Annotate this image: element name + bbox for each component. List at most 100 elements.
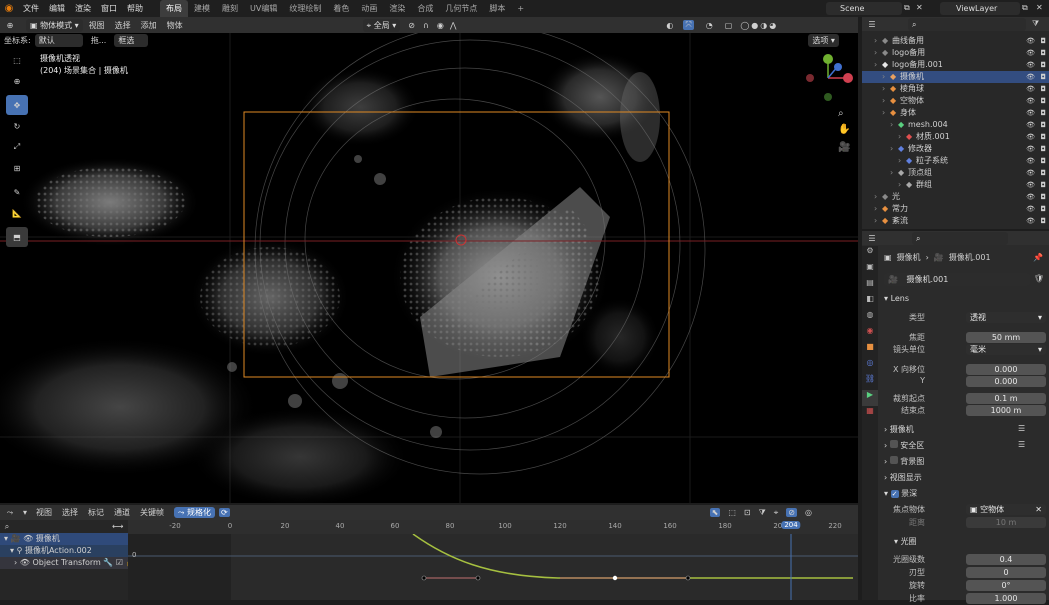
close-icon[interactable]: ✕ [916, 3, 923, 12]
render-camera-icon[interactable]: ◘ [1040, 95, 1046, 107]
expand-icon[interactable]: › [874, 191, 877, 203]
outliner-row[interactable]: › ◆ 曲线备用 👁 ◘ [862, 35, 1049, 47]
outliner-row[interactable]: › ◆ 修改器 👁 ◘ [862, 143, 1049, 155]
rotation-field[interactable]: 0° [966, 580, 1046, 591]
zoom-icon[interactable]: ⌕ [838, 108, 844, 119]
shift-x-field[interactable]: 0.000 [966, 364, 1046, 375]
render-camera-icon[interactable]: ◘ [1040, 83, 1046, 95]
xray-icon[interactable]: ▢ [725, 21, 733, 30]
constraints-tab-icon[interactable]: ⛓ [862, 374, 878, 390]
render-camera-icon[interactable]: ◘ [1040, 203, 1046, 215]
expand-icon[interactable]: › [874, 47, 877, 59]
list-icon[interactable]: ☰ [1018, 424, 1025, 433]
tab-uv-editing[interactable]: UV编辑 [244, 0, 283, 17]
expand-icon[interactable]: › [874, 203, 877, 215]
add-workspace-button[interactable]: + [511, 0, 530, 17]
snap-icon[interactable]: ⊘ [786, 508, 797, 517]
channel-camera[interactable]: ▾ 🎥 👁 摄像机 [0, 533, 128, 545]
eye-icon[interactable]: 👁 [1026, 47, 1035, 59]
lens-panel-header[interactable]: ▾ Lens [884, 294, 909, 303]
outliner-row[interactable]: › ◆ logo备用 👁 ◘ [862, 47, 1049, 59]
tool-tab-icon[interactable]: ⚙ [862, 246, 878, 262]
fake-user-icon[interactable]: 🛡 [1034, 274, 1044, 283]
camera-data-tab-icon[interactable]: ▶ [862, 390, 878, 406]
render-camera-icon[interactable]: ◘ [1040, 59, 1046, 71]
annotate-tool-icon[interactable]: ✎ [6, 182, 28, 202]
outliner-row[interactable]: › ◆ 粒子系统 👁 ◘ [862, 155, 1049, 167]
options-button[interactable]: 选项 ▾ [808, 34, 839, 47]
tab-shading[interactable]: 着色 [327, 0, 355, 17]
outliner-row[interactable]: › ◆ 紊流 👁 ◘ [862, 215, 1049, 227]
ratio-field[interactable]: 1.000 [966, 593, 1046, 604]
normalize-toggle[interactable]: ⤳ 规格化 [174, 507, 215, 518]
menu-object[interactable]: 物体 [167, 20, 183, 31]
distance-field[interactable]: 10 m [966, 517, 1046, 528]
eye-icon[interactable]: 👁 [1026, 71, 1035, 83]
viewport-display-panel-header[interactable]: › 视图显示 [884, 472, 922, 483]
orientation-selector[interactable]: 默认 [34, 34, 83, 47]
expand-icon[interactable]: › [874, 35, 877, 47]
copy-icon[interactable]: ⧉ [904, 3, 910, 13]
eye-icon[interactable]: 👁 [1026, 143, 1035, 155]
outliner-row[interactable]: › ◆ 摄像机 👁 ◘ [862, 71, 1049, 83]
viewlayer-selector[interactable]: ViewLayer [940, 2, 1020, 15]
scale-tool-icon[interactable]: ⤢ [6, 137, 28, 157]
properties-search[interactable]: ⌕ [912, 231, 1008, 245]
mode-selector[interactable]: ▣ 物体模式 ▾ [26, 18, 83, 32]
eye-icon[interactable]: 👁 [1026, 95, 1035, 107]
tab-animation[interactable]: 动画 [355, 0, 383, 17]
filter-icon[interactable]: ⧩ [1032, 19, 1039, 29]
eye-icon[interactable]: 👁 [1026, 155, 1035, 167]
select-icon[interactable]: ⬉ [709, 508, 721, 517]
render-camera-icon[interactable]: ◘ [1040, 179, 1046, 191]
expand-icon[interactable]: › [898, 131, 901, 143]
expand-icon[interactable]: › [890, 143, 893, 155]
safe-areas-panel-header[interactable]: › 安全区 [884, 440, 924, 451]
snap-icon[interactable]: ⊘ [408, 21, 415, 30]
menu-help[interactable]: 帮助 [122, 3, 148, 14]
magnet-icon[interactable]: ∩ [423, 21, 429, 30]
outliner-row[interactable]: › ◆ 光 👁 ◘ [862, 191, 1049, 203]
menu-key[interactable]: 关键帧 [140, 507, 164, 518]
select-mode-selector[interactable]: 框选 [114, 34, 149, 47]
eye-icon[interactable]: 👁 [1026, 107, 1035, 119]
swap-icon[interactable]: ⟷ [112, 522, 123, 531]
expand-icon[interactable]: › [890, 119, 893, 131]
copy-icon[interactable]: ⧉ [1022, 3, 1028, 13]
outliner-row[interactable]: › ◆ logo备用.001 👁 ◘ [862, 59, 1049, 71]
render-camera-icon[interactable]: ◘ [1040, 143, 1046, 155]
outliner-row[interactable]: › ◆ 空物体 👁 ◘ [862, 95, 1049, 107]
overlay-icon[interactable]: ◔ [706, 21, 713, 30]
outliner-search[interactable]: ⌕ [908, 17, 1026, 31]
dof-panel-header[interactable]: ▾ ✓ 景深 [884, 488, 917, 499]
texture-tab-icon[interactable]: ▦ [862, 406, 878, 422]
menu-marker[interactable]: 标记 [88, 507, 104, 518]
output-tab-icon[interactable]: ▤ [862, 278, 878, 294]
eye-icon[interactable]: 👁 [20, 558, 30, 567]
blades-field[interactable]: 0 [966, 567, 1046, 578]
camera-panel-header[interactable]: › 摄像机 [884, 424, 914, 435]
search-icon[interactable]: ⌕ [0, 522, 14, 532]
fstop-field[interactable]: 0.4 [966, 554, 1046, 565]
transform-tool-icon[interactable]: ⊞ [6, 158, 28, 178]
graph-area[interactable] [128, 534, 858, 600]
pivot-icon[interactable]: ⌖ [774, 508, 779, 518]
shading-material-icon[interactable]: ◑ [760, 21, 767, 30]
render-camera-icon[interactable]: ◘ [1040, 119, 1046, 131]
expand-icon[interactable]: › [874, 215, 877, 227]
expand-icon[interactable]: › [882, 107, 885, 119]
menu-view[interactable]: 视图 [89, 20, 105, 31]
list-icon[interactable]: ☰ [1018, 440, 1025, 449]
camera-view-icon[interactable]: 🎥 [838, 142, 850, 153]
gizmo-icon[interactable]: ⤧ [683, 20, 694, 30]
clip-start-field[interactable]: 0.1 m [966, 393, 1046, 404]
render-tab-icon[interactable]: ▣ [862, 262, 878, 278]
view-layer-tab-icon[interactable]: ◧ [862, 294, 878, 310]
expand-icon[interactable]: › [874, 59, 877, 71]
refresh-icon[interactable]: ⟳ [218, 508, 230, 517]
shading-rendered-icon[interactable]: ◕ [769, 21, 776, 30]
world-tab-icon[interactable]: ◉ [862, 326, 878, 342]
outliner-row[interactable]: › ◆ mesh.004 👁 ◘ [862, 119, 1049, 131]
blender-logo-icon[interactable]: ◉ [0, 3, 18, 14]
focus-object-field[interactable]: ▣ 空物体 ✕ [966, 504, 1046, 515]
